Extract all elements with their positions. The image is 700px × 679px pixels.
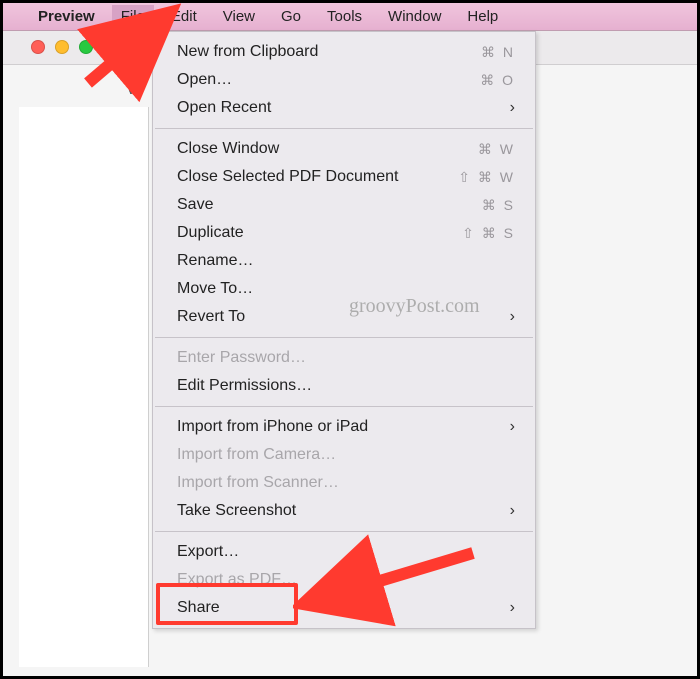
menu-item-label: Enter Password… [177, 349, 306, 367]
menu-item-label: Rename… [177, 252, 253, 270]
traffic-lights [31, 40, 93, 54]
chevron-right-icon: › [510, 99, 515, 117]
menu-item-label: Take Screenshot [177, 502, 296, 520]
document-sidebar [19, 107, 149, 667]
menu-item-shortcut: ⌘ N [481, 44, 515, 61]
menu-item-move-to[interactable]: Move To… [153, 275, 535, 303]
menu-tools[interactable]: Tools [318, 5, 371, 28]
chevron-right-icon: › [510, 502, 515, 520]
app-menu[interactable]: Preview [29, 5, 104, 28]
menu-item-label: Edit Permissions… [177, 377, 312, 395]
menu-edit[interactable]: Edit [162, 5, 206, 28]
menu-item-take-screenshot[interactable]: Take Screenshot › [153, 497, 535, 525]
menu-item-shortcut: ⌘ O [480, 72, 515, 89]
menu-item-share[interactable]: Share › [153, 594, 535, 622]
menu-item-open-recent[interactable]: Open Recent › [153, 94, 535, 122]
menu-item-label: Save [177, 196, 213, 214]
menu-item-shortcut: ⌘ S [482, 197, 515, 214]
menu-item-label: Open… [177, 71, 232, 89]
menu-item-export[interactable]: Export… [153, 538, 535, 566]
menu-item-enter-password: Enter Password… [153, 344, 535, 372]
menu-item-shortcut: ⌘ W [478, 141, 515, 158]
menu-separator [155, 337, 533, 338]
toolbar-label: Vi [127, 83, 137, 97]
menu-item-edit-permissions[interactable]: Edit Permissions… [153, 372, 535, 400]
chevron-right-icon: › [510, 599, 515, 617]
menu-go[interactable]: Go [272, 5, 310, 28]
menu-item-import-camera: Import from Camera… [153, 441, 535, 469]
menu-item-new-from-clipboard[interactable]: New from Clipboard ⌘ N [153, 38, 535, 66]
menu-item-close-selected-pdf[interactable]: Close Selected PDF Document ⇧ ⌘ W [153, 163, 535, 191]
minimize-window-button[interactable] [55, 40, 69, 54]
menu-item-shortcut: ⇧ ⌘ W [458, 169, 515, 186]
menu-separator [155, 531, 533, 532]
menu-item-close-window[interactable]: Close Window ⌘ W [153, 135, 535, 163]
file-menu-dropdown: New from Clipboard ⌘ N Open… ⌘ O Open Re… [152, 31, 536, 629]
menu-item-shortcut: ⇧ ⌘ S [462, 225, 515, 242]
menubar: Preview File Edit View Go Tools Window H… [3, 3, 697, 31]
menu-item-label: Export as PDF… [177, 571, 297, 589]
menu-item-save[interactable]: Save ⌘ S [153, 191, 535, 219]
menu-item-label: Share [177, 599, 220, 617]
chevron-right-icon: › [510, 418, 515, 436]
menu-item-label: Import from Camera… [177, 446, 336, 464]
menu-item-revert-to[interactable]: Revert To › [153, 303, 535, 331]
menu-item-import-scanner: Import from Scanner… [153, 469, 535, 497]
menu-item-import-iphone-ipad[interactable]: Import from iPhone or iPad › [153, 413, 535, 441]
menu-item-open[interactable]: Open… ⌘ O [153, 66, 535, 94]
fullscreen-window-button[interactable] [79, 40, 93, 54]
menu-item-export-as-pdf: Export as PDF… [153, 566, 535, 594]
menu-item-label: Move To… [177, 280, 253, 298]
menu-help[interactable]: Help [458, 5, 507, 28]
close-window-button[interactable] [31, 40, 45, 54]
menu-item-label: Export… [177, 543, 239, 561]
menu-file[interactable]: File [112, 5, 154, 28]
menu-separator [155, 128, 533, 129]
menu-item-label: Import from iPhone or iPad [177, 418, 368, 436]
chevron-right-icon: › [510, 308, 515, 326]
menu-item-label: Revert To [177, 308, 245, 326]
menu-separator [155, 406, 533, 407]
menu-item-label: Import from Scanner… [177, 474, 339, 492]
menu-window[interactable]: Window [379, 5, 450, 28]
menu-item-duplicate[interactable]: Duplicate ⇧ ⌘ S [153, 219, 535, 247]
menu-item-label: Close Selected PDF Document [177, 168, 398, 186]
menu-item-label: Close Window [177, 140, 279, 158]
menu-item-label: Duplicate [177, 224, 244, 242]
menu-item-label: Open Recent [177, 99, 271, 117]
menu-view[interactable]: View [214, 5, 264, 28]
menu-item-label: New from Clipboard [177, 43, 318, 61]
menu-item-rename[interactable]: Rename… [153, 247, 535, 275]
